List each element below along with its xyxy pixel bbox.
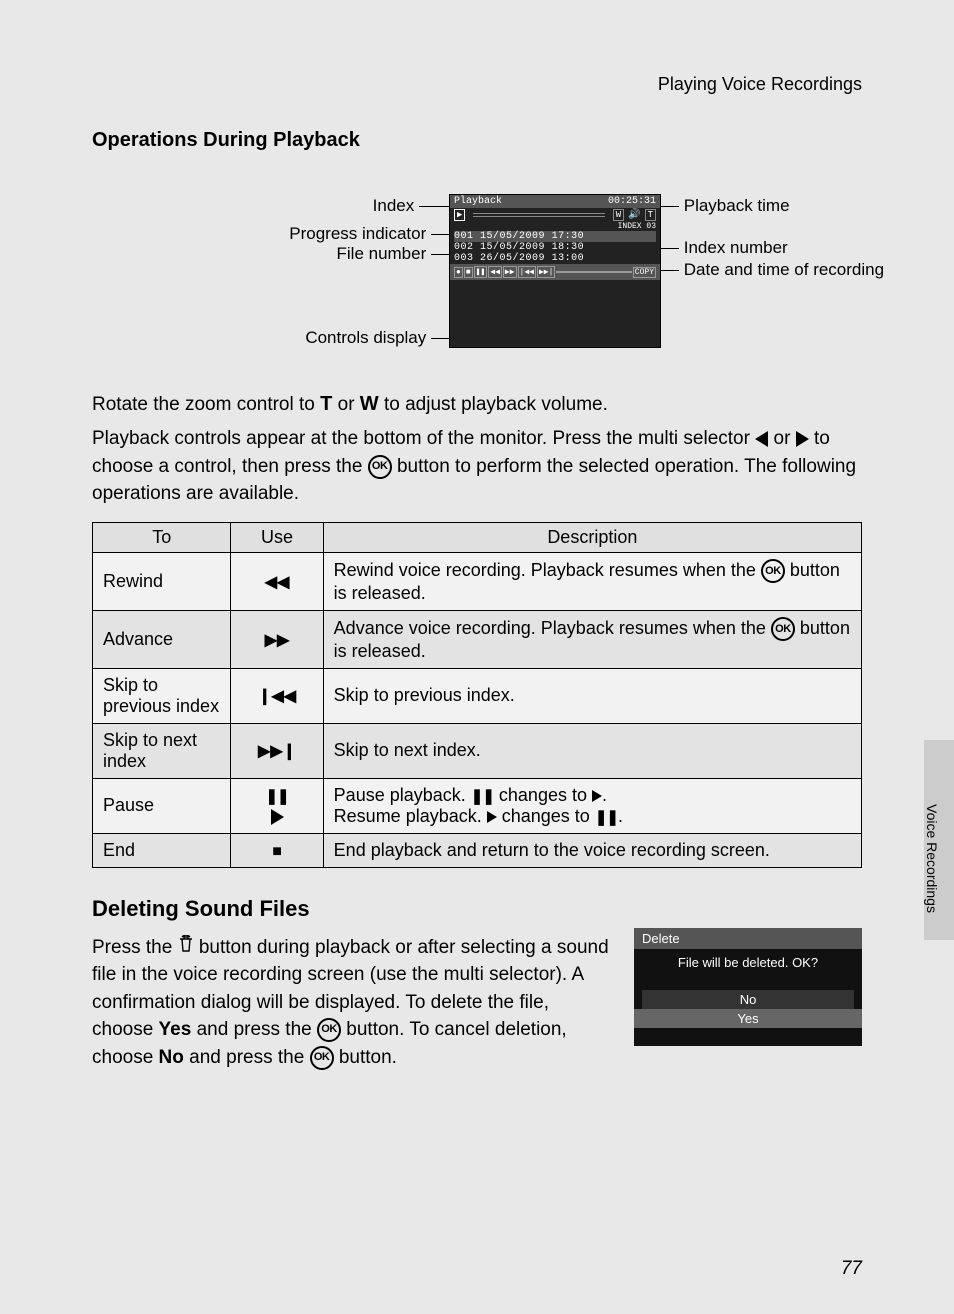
side-tab-label: Voice Recordings (924, 740, 946, 913)
paragraph-volume: Rotate the zoom control to T or W to adj… (92, 390, 862, 508)
page-header: Playing Voice Recordings (92, 74, 862, 95)
callout-index: Index (373, 196, 415, 215)
ok-button-icon: OK (368, 455, 392, 479)
section-title-deleting: Deleting Sound Files (92, 896, 862, 922)
callout-playback-time: Playback time (684, 196, 790, 215)
callout-controls: Controls display (305, 328, 426, 347)
th-to: To (93, 522, 231, 552)
operations-table: To Use Description Rewind ◀◀ Rewind voic… (92, 522, 862, 868)
rewind-icon: ◀◀ (265, 574, 290, 591)
t-icon: T (645, 209, 656, 221)
pause-icon: ❚❚ (471, 788, 494, 805)
page-number: 77 (841, 1258, 862, 1280)
pause-icon: ❚❚ (595, 809, 618, 826)
table-row: Skip to next index ▶▶❙ Skip to next inde… (93, 723, 862, 778)
play-indicator-icon: ▶ (454, 209, 465, 221)
lcd-title: Playback (454, 196, 502, 207)
lcd-time: 00:25:31 (608, 196, 656, 207)
forward-icon: ▶▶ (265, 632, 290, 649)
stop-icon: ■ (464, 267, 473, 278)
delete-paragraph: Press the button during playback or afte… (92, 934, 610, 1078)
w-icon: W (613, 209, 624, 221)
dialog-yes-option[interactable]: Yes (634, 1009, 862, 1028)
table-row: Rewind ◀◀ Rewind voice recording. Playba… (93, 552, 862, 610)
delete-dialog: Delete File will be deleted. OK? No Yes (634, 928, 862, 1046)
table-row: Skip to previous index ❙◀◀ Skip to previ… (93, 668, 862, 723)
lcd-index: INDEX 03 (450, 222, 660, 231)
t-label: T (320, 393, 332, 415)
side-tab: Voice Recordings (924, 740, 954, 940)
section-title-operations: Operations During Playback (92, 129, 862, 152)
manual-page: Playing Voice Recordings Operations Duri… (0, 0, 954, 1314)
play-icon (487, 811, 497, 823)
left-arrow-icon (755, 431, 768, 447)
callout-date-time: Date and time of recording (684, 260, 884, 279)
ok-button-icon: OK (317, 1018, 341, 1042)
dialog-title: Delete (634, 928, 862, 949)
lcd-file-row: 003 26/05/2009 13:00 (454, 253, 656, 264)
ok-button-icon: OK (771, 617, 795, 641)
table-row: Pause ❚❚ Pause playback. ❚❚ changes to .… (93, 778, 862, 833)
stop-icon: ■ (272, 843, 282, 860)
speaker-icon: 🔊 (628, 209, 640, 221)
callout-file-num: File number (337, 244, 427, 263)
th-use: Use (231, 522, 323, 552)
copy-label: COPY (633, 267, 656, 278)
skip-prev-icon: ❙◀◀ (258, 688, 296, 705)
playback-diagram: Index Progress indicator File number Con… (197, 182, 757, 372)
ok-button-icon: OK (310, 1046, 334, 1070)
forward-icon: ▶▶ (503, 266, 517, 278)
callout-progress: Progress indicator (289, 224, 426, 243)
dialog-message: File will be deleted. OK? (634, 949, 862, 972)
record-icon: ● (454, 267, 463, 278)
w-label: W (360, 393, 379, 415)
skip-prev-icon: |◀◀ (518, 266, 536, 278)
lcd-file-row: 002 15/05/2009 18:30 (454, 242, 656, 253)
callout-index-num: Index number (684, 238, 788, 257)
dialog-no-option[interactable]: No (642, 990, 854, 1009)
rewind-icon: ◀◀ (488, 266, 502, 278)
skip-next-icon: ▶▶❙ (258, 743, 296, 760)
lcd-screen: Playback 00:25:31 ▶ W 🔊 T INDEX 03 001 1… (449, 194, 661, 348)
right-arrow-icon (796, 431, 809, 447)
pause-icon: ❚❚ (265, 788, 288, 805)
play-icon (271, 809, 284, 825)
ok-button-icon: OK (761, 559, 785, 583)
skip-next-icon: ▶▶| (537, 266, 555, 278)
table-row: End ■ End playback and return to the voi… (93, 833, 862, 867)
th-desc: Description (323, 522, 861, 552)
lcd-file-list: 001 15/05/2009 17:30 002 15/05/2009 18:3… (450, 231, 660, 264)
trash-icon (178, 934, 194, 962)
play-icon (592, 790, 602, 802)
lcd-controls: ● ■ ❚❚ ◀◀ ▶▶ |◀◀ ▶▶| COPY (450, 264, 660, 280)
table-row: Advance ▶▶ Advance voice recording. Play… (93, 610, 862, 668)
lcd-file-row: 001 15/05/2009 17:30 (454, 231, 656, 242)
pause-icon: ❚❚ (474, 266, 488, 278)
